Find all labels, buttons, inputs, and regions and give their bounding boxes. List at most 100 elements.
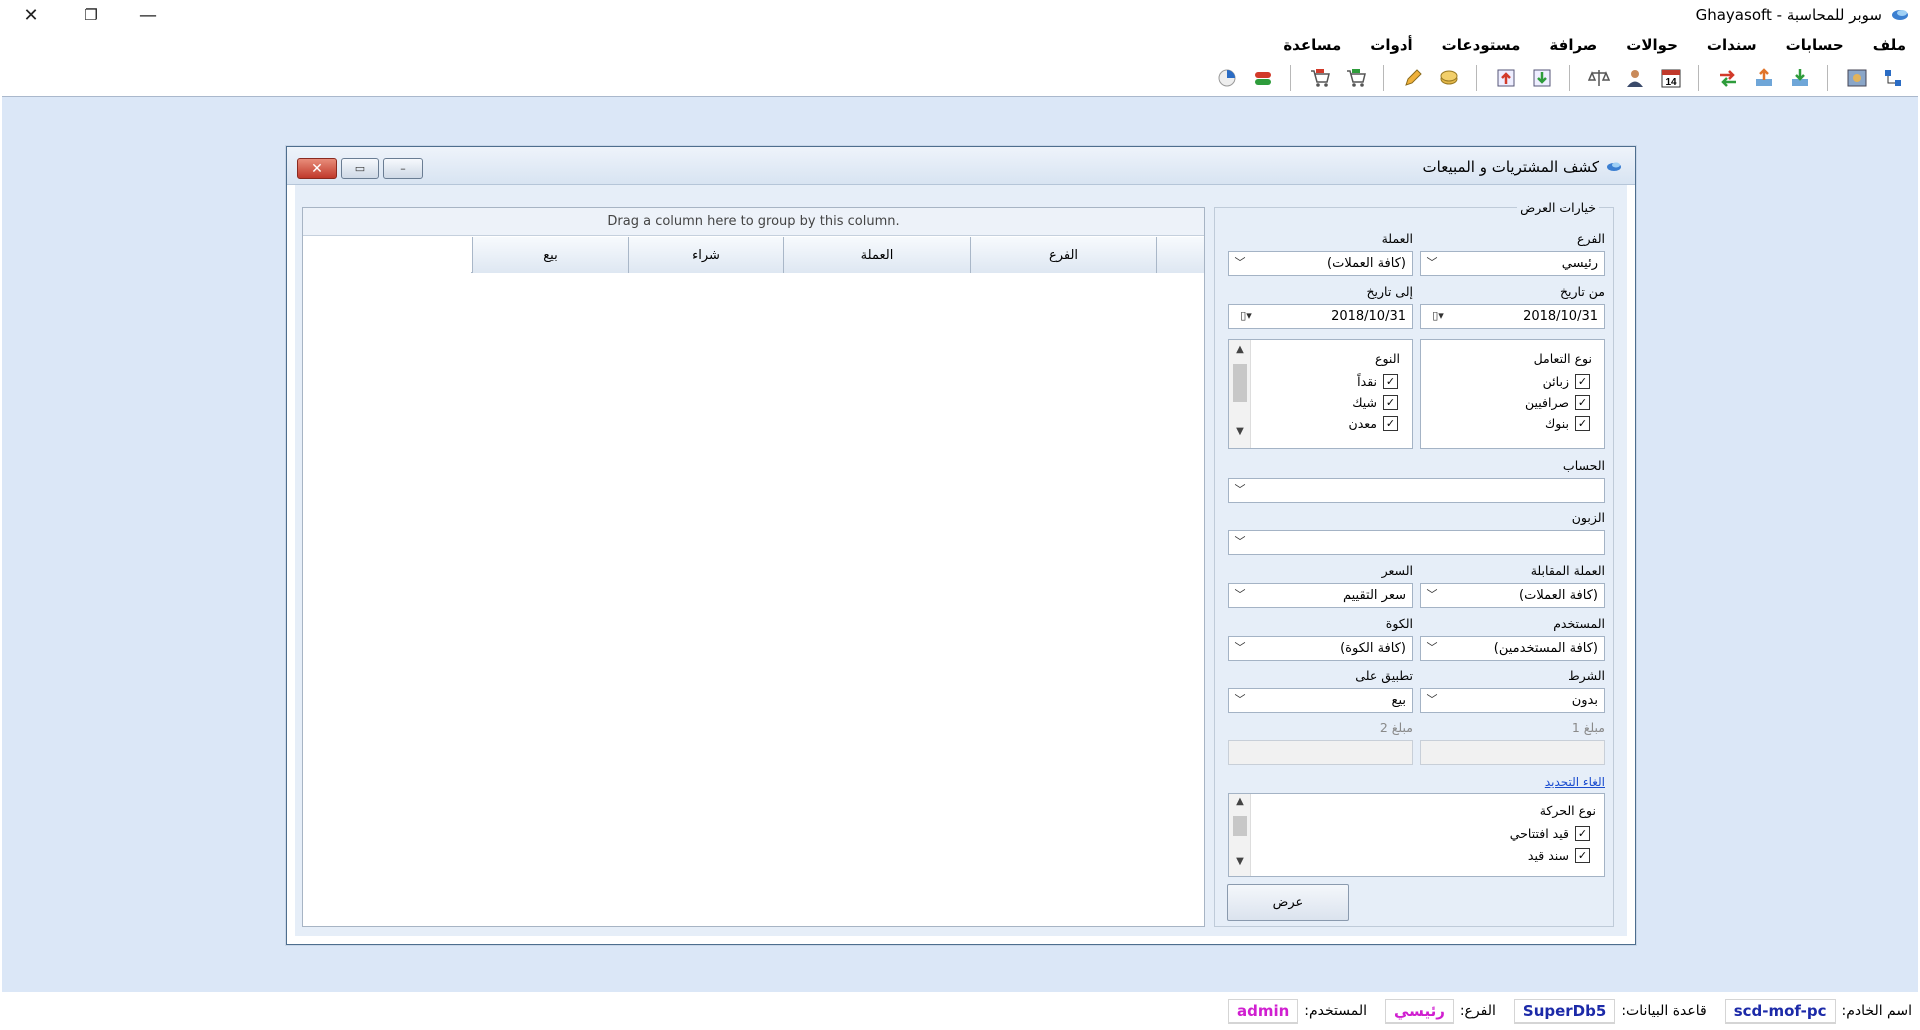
- grid-row-selector-header[interactable]: [1156, 237, 1204, 273]
- child-minimize-button[interactable]: –: [383, 158, 423, 179]
- tree-button[interactable]: [1878, 63, 1908, 93]
- toolbar-separator: [1476, 65, 1477, 91]
- to-date-picker[interactable]: 2018/10/31 ▾▯: [1228, 304, 1413, 329]
- price-select[interactable]: سعر التقييم ﹀: [1228, 583, 1413, 608]
- kind-item-metal[interactable]: ✓ معدن: [1349, 416, 1398, 431]
- menu-help[interactable]: مساعدة: [1283, 36, 1341, 54]
- deal-type-item-banks[interactable]: ✓ بنوك: [1545, 416, 1590, 431]
- coins-icon: [1440, 70, 1458, 85]
- deal-type-list[interactable]: نوع التعامل ✓ زبائن ✓ صرافيين ✓ بنوك: [1420, 339, 1605, 449]
- kind-item-check[interactable]: ✓ شيك: [1352, 395, 1398, 410]
- currency-label: العملة: [1381, 231, 1413, 246]
- edit-button[interactable]: [1398, 63, 1428, 93]
- column-header-sell[interactable]: بيع: [472, 237, 628, 273]
- kind-list-scrollbar[interactable]: ▲ ▼: [1229, 340, 1251, 448]
- photo-button[interactable]: [1842, 63, 1872, 93]
- movement-type-item-journal[interactable]: ✓ سند قيد: [1528, 848, 1590, 863]
- deal-type-item-exchangers[interactable]: ✓ صرافيين: [1525, 395, 1590, 410]
- condition-select[interactable]: بدون ﹀: [1420, 688, 1605, 713]
- chart-button[interactable]: [1212, 63, 1242, 93]
- movement-type-list[interactable]: نوع الحركة ✓ قيد افتتاحي ✓ سند قيد ▲ ▼: [1228, 793, 1605, 877]
- group-by-panel[interactable]: Drag a column here to group by this colu…: [303, 208, 1204, 236]
- toolbar-separator: [1290, 65, 1291, 91]
- from-date-picker[interactable]: 2018/10/31 ▾▯: [1420, 304, 1605, 329]
- kind-item-cash[interactable]: ✓ نقداً: [1357, 374, 1398, 389]
- restore-icon: ❐: [84, 6, 98, 24]
- user-status-label: المستخدم:: [1304, 1003, 1367, 1019]
- movement-type-item-opening[interactable]: ✓ قيد افتتاحي: [1510, 826, 1590, 841]
- coins-button[interactable]: [1434, 63, 1464, 93]
- results-grid[interactable]: Drag a column here to group by this colu…: [302, 207, 1205, 927]
- cart-button[interactable]: [1341, 63, 1371, 93]
- database-value: SuperDb5: [1513, 998, 1616, 1024]
- movement-list-scrollbar[interactable]: ▲ ▼: [1229, 794, 1251, 876]
- scroll-thumb[interactable]: [1233, 816, 1247, 836]
- user-select[interactable]: (كافة المستخدمين) ﹀: [1420, 636, 1605, 661]
- counter-currency-select[interactable]: (كافة العملات) ﹀: [1420, 583, 1605, 608]
- chevron-down-icon: ﹀: [1234, 483, 1246, 496]
- customer-select[interactable]: ﹀: [1228, 530, 1605, 555]
- restore-window-button[interactable]: ❐: [68, 0, 114, 30]
- price-select-value: سعر التقييم: [1342, 588, 1406, 603]
- window-select-value: (كافة الكوة): [1340, 641, 1406, 656]
- checkbox-checked-icon: ✓: [1383, 374, 1398, 389]
- scroll-up-icon[interactable]: ▲: [1229, 344, 1251, 362]
- menu-tools[interactable]: أدوات: [1370, 36, 1412, 54]
- amount2-input[interactable]: [1228, 740, 1413, 765]
- child-close-button[interactable]: ✕: [297, 158, 337, 179]
- menu-file[interactable]: ملف: [1873, 36, 1906, 54]
- chevron-down-icon: ﹀: [1234, 588, 1246, 601]
- scroll-thumb[interactable]: [1233, 364, 1247, 402]
- account-select[interactable]: ﹀: [1228, 478, 1605, 503]
- minimize-window-button[interactable]: —: [125, 0, 171, 30]
- flag-button[interactable]: [1248, 63, 1278, 93]
- kind-list[interactable]: النوع ✓ نقداً ✓ شيك ✓ معدن ▲ ▼: [1228, 339, 1413, 449]
- column-header-branch[interactable]: الفرع: [970, 237, 1156, 273]
- menu-warehouses[interactable]: مستودعات: [1442, 36, 1521, 54]
- upload-button[interactable]: [1749, 63, 1779, 93]
- chevron-down-icon: ﹀: [1234, 693, 1246, 706]
- column-header-currency[interactable]: العملة: [783, 237, 970, 273]
- minimize-icon: –: [400, 162, 406, 175]
- amount1-input[interactable]: [1420, 740, 1605, 765]
- deal-type-header: نوع التعامل: [1533, 351, 1592, 366]
- apply-on-select[interactable]: بيع ﹀: [1228, 688, 1413, 713]
- checkbox-checked-icon: ✓: [1575, 416, 1590, 431]
- scroll-up-icon[interactable]: ▲: [1229, 796, 1251, 814]
- menu-exchange[interactable]: صرافة: [1549, 36, 1597, 54]
- chevron-down-icon: ﹀: [1426, 641, 1438, 654]
- chevron-down-icon: ﹀: [1426, 256, 1438, 269]
- user-button[interactable]: [1620, 63, 1650, 93]
- show-button[interactable]: عرض: [1227, 884, 1349, 921]
- window-select[interactable]: (كافة الكوة) ﹀: [1228, 636, 1413, 661]
- balance-button[interactable]: [1584, 63, 1614, 93]
- close-icon: ✕: [23, 4, 39, 26]
- condition-select-value: بدون: [1571, 693, 1598, 708]
- export-button[interactable]: [1491, 63, 1521, 93]
- scroll-down-icon[interactable]: ▼: [1229, 426, 1251, 444]
- column-header-buy[interactable]: شراء: [628, 237, 783, 273]
- currency-select[interactable]: (كافة العملات) ﹀: [1228, 251, 1413, 276]
- menu-vouchers[interactable]: سندات: [1707, 36, 1757, 54]
- child-restore-button[interactable]: ▭: [341, 158, 379, 179]
- branch-select[interactable]: رئيسي ﹀: [1420, 251, 1605, 276]
- menu-accounts[interactable]: حسابات: [1786, 36, 1844, 54]
- transfer-button[interactable]: [1713, 63, 1743, 93]
- calendar-button[interactable]: 14: [1656, 63, 1686, 93]
- amount1-label: مبلغ 1: [1571, 720, 1605, 735]
- user-icon: [1627, 70, 1643, 87]
- toolbar-separator: [1569, 65, 1570, 91]
- import-button[interactable]: [1527, 63, 1557, 93]
- menu-transfers[interactable]: حوالات: [1626, 36, 1678, 54]
- download-button[interactable]: [1785, 63, 1815, 93]
- cart-cancel-button[interactable]: [1305, 63, 1335, 93]
- import-icon: [1533, 69, 1551, 87]
- clear-selection-link[interactable]: الغاء التحديد: [1545, 775, 1605, 789]
- deal-type-item-customers[interactable]: ✓ زبائن: [1543, 374, 1590, 389]
- scroll-down-icon[interactable]: ▼: [1229, 856, 1251, 874]
- branch-select-value: رئيسي: [1561, 256, 1598, 271]
- restore-icon: ▭: [354, 162, 366, 175]
- scale-icon: [1588, 70, 1610, 86]
- download-icon: [1792, 69, 1808, 86]
- close-window-button[interactable]: ✕: [8, 0, 54, 30]
